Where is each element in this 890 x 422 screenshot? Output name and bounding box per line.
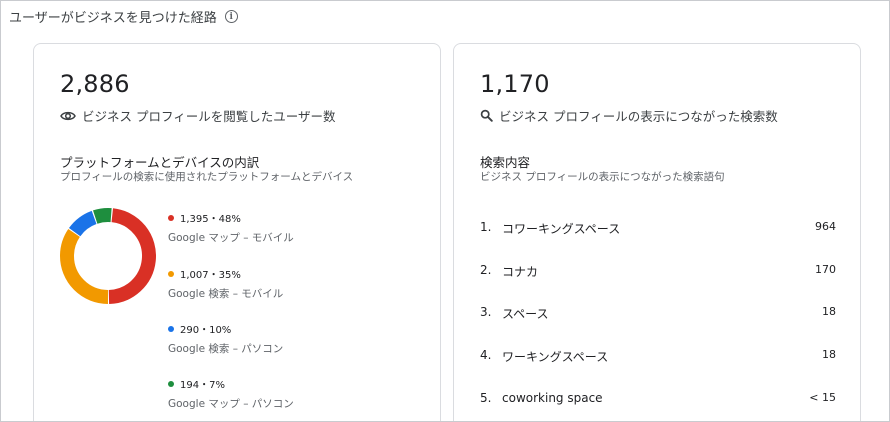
searches-label-row: ビジネス プロフィールの表示につながった検索数 xyxy=(480,106,778,125)
search-term-rank: 3. xyxy=(480,305,492,319)
search-term-rank: 1. xyxy=(480,220,492,234)
search-term-text: コナカ xyxy=(502,265,539,279)
section-header: ユーザーがビジネスを見つけた経路 i xyxy=(9,7,238,26)
search-term-text: コワーキングスペース xyxy=(502,222,621,236)
search-terms-subtitle: ビジネス プロフィールの表示につながった検索語句 xyxy=(480,171,725,183)
legend-value: 194・7% xyxy=(180,380,225,391)
legend-dot xyxy=(168,270,174,277)
search-term-count: 18 xyxy=(822,348,836,361)
search-term-text: coworking space xyxy=(502,391,603,405)
search-term-rank: 4. xyxy=(480,348,492,362)
search-term-row: 5. coworking space < 15 xyxy=(480,391,836,409)
eye-icon xyxy=(60,111,76,120)
search-term-count: 18 xyxy=(822,305,836,318)
search-term-row: 4. ワーキングスペース 18 xyxy=(480,348,836,366)
profile-views-label-row: ビジネス プロフィールを閲覧したユーザー数 xyxy=(60,106,335,125)
legend-value: 290・10% xyxy=(180,325,232,336)
info-icon[interactable]: i xyxy=(224,10,238,23)
searches-label: ビジネス プロフィールの表示につながった検索数 xyxy=(499,109,778,124)
legend-item-maps-desktop: 194・7% Google マップ – パソコン xyxy=(168,376,408,411)
legend-label: Google 検索 – モバイル xyxy=(168,288,284,300)
legend-dot xyxy=(168,214,174,221)
legend-item-maps-mobile: 1,395・48% Google マップ – モバイル xyxy=(168,210,408,245)
search-term-text: ワーキングスペース xyxy=(502,350,609,364)
searches-card: 1,170 ビジネス プロフィールの表示につながった検索数 検索内容 ビジネス … xyxy=(453,43,861,421)
platform-donut-chart xyxy=(59,207,156,304)
profile-views-label: ビジネス プロフィールを閲覧したユーザー数 xyxy=(82,109,336,124)
legend-item-search-mobile: 1,007・35% Google 検索 – モバイル xyxy=(168,266,408,301)
search-term-rank: 2. xyxy=(480,263,492,277)
searches-total: 1,170 xyxy=(480,70,550,98)
legend-label: Google マップ – パソコン xyxy=(168,398,294,410)
search-term-row: 2. コナカ 170 xyxy=(480,263,836,281)
section-title: ユーザーがビジネスを見つけた経路 xyxy=(9,11,217,26)
legend-value: 1,007・35% xyxy=(180,270,241,281)
profile-views-total: 2,886 xyxy=(60,70,130,98)
search-term-count: < 15 xyxy=(809,391,836,404)
search-term-row: 3. スペース 18 xyxy=(480,305,836,323)
breakdown-subtitle: プロフィールの検索に使用されたプラットフォームとデバイス xyxy=(60,171,354,183)
legend-label: Google マップ – モバイル xyxy=(168,232,294,244)
search-term-rank: 5. xyxy=(480,391,492,405)
performance-panel: ユーザーがビジネスを見つけた経路 i 2,886 ビジネス プロフィールを閲覧し… xyxy=(0,0,890,422)
search-term-count: 170 xyxy=(815,263,836,276)
legend-dot xyxy=(168,380,174,387)
search-term-row: 1. コワーキングスペース 964 xyxy=(480,220,836,238)
legend-value: 1,395・48% xyxy=(180,214,241,225)
legend-dot xyxy=(168,325,174,332)
search-term-text: スペース xyxy=(502,307,549,321)
search-term-count: 964 xyxy=(815,220,836,233)
profile-views-card: 2,886 ビジネス プロフィールを閲覧したユーザー数 プラットフォームとデバイ… xyxy=(33,43,441,421)
legend-item-search-desktop: 290・10% Google 検索 – パソコン xyxy=(168,321,408,356)
search-icon xyxy=(480,109,493,122)
legend-label: Google 検索 – パソコン xyxy=(168,343,284,355)
